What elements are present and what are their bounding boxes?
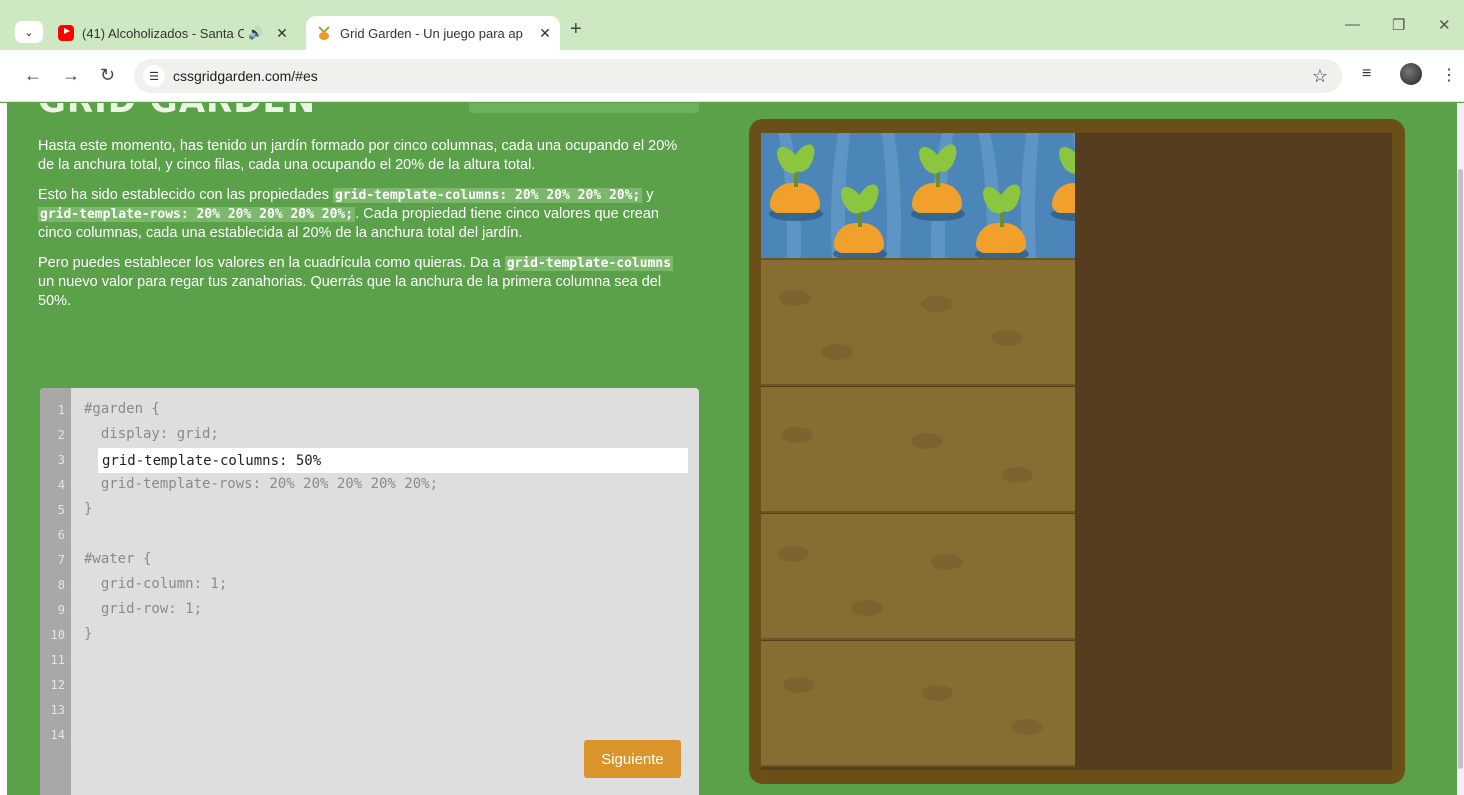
instructions: Hasta este momento, has tenido un jardín… [38,137,688,322]
tab-title: Grid Garden - Un juego para ap [340,25,523,41]
page-edge [0,103,7,795]
code-line: } [84,626,93,642]
chevron-down-icon: ⌄ [24,26,34,39]
water-area [761,133,1075,260]
css-answer-input[interactable] [98,448,688,473]
carrot [833,180,887,258]
soil-plot [761,514,1075,640]
next-button[interactable]: Siguiente [584,740,681,778]
code-line: grid-column: 1; [84,576,228,592]
tab-search-button[interactable]: ⌄ [15,21,43,43]
carrot-icon [316,25,332,41]
line-number: 11 [50,653,65,667]
tab-strip: ⌄ (41) Alcoholizados - Santa C 🔊 ✕ Grid … [0,0,1464,50]
line-gutter: 1 2 3 4 5 6 7 8 9 10 11 12 13 14 [40,388,71,795]
level-selector[interactable] [469,103,699,113]
bookmark-star-icon[interactable]: ☆ [1312,66,1328,87]
code-snippet: grid-template-rows: 20% 20% 20% 20% 20%; [38,207,356,222]
reload-icon[interactable]: ↻ [100,65,115,86]
close-icon[interactable]: ✕ [273,25,291,42]
carrot [769,140,823,221]
soil-plot [761,641,1075,767]
youtube-icon [58,25,74,41]
code-line: display: grid; [84,426,219,442]
line-number: 5 [57,503,65,517]
line-number: 12 [50,678,65,692]
carrot [975,180,1029,258]
line-number: 1 [57,403,65,417]
line-number: 13 [50,703,65,717]
instruction-text: Hasta este momento, has tenido un jardín… [38,138,678,173]
code-editor: 1 2 3 4 5 6 7 8 9 10 11 12 13 14 #garden… [40,388,699,795]
garden-frame [749,119,1405,784]
tab-grid-garden[interactable]: Grid Garden - Un juego para ap ✕ [306,16,560,50]
site-logo: GRID GARDEN [38,103,316,121]
forward-icon[interactable]: → [62,65,80,86]
line-number: 7 [57,553,65,567]
code-snippet: grid-template-columns: 20% 20% 20% 20%; [333,188,643,203]
soil-plot [761,387,1075,513]
code-line: #water { [84,551,152,567]
tab-title: (41) Alcoholizados - Santa C [82,25,245,41]
instruction-text: Esto ha sido establecido con las propied… [38,187,334,203]
url-text[interactable]: cssgridgarden.com/#es [173,68,318,84]
profile-avatar[interactable] [1400,63,1422,85]
restore-icon[interactable]: ❐ [1392,16,1405,34]
line-number: 10 [50,628,65,642]
close-window-icon[interactable]: ✕ [1438,16,1451,34]
page-content: GRID GARDEN Hasta este momento, has teni… [0,103,1464,795]
code-line: #garden { [84,401,160,417]
line-number: 6 [57,528,65,542]
line-number: 9 [57,603,65,617]
soil-plot [761,260,1075,386]
instruction-paragraph: Pero puedes establecer los valores en la… [38,254,688,311]
menu-dots-icon[interactable]: ⋮ [1441,65,1457,85]
code-snippet: grid-template-columns [504,256,674,271]
address-bar[interactable]: ☰ cssgridgarden.com/#es ☆ [134,59,1342,93]
close-icon[interactable]: ✕ [536,25,554,42]
scrollbar-thumb[interactable] [1458,169,1463,769]
instruction-paragraph: Hasta este momento, has tenido un jardín… [38,137,688,175]
carrot [1051,140,1075,221]
code-line: grid-row: 1; [84,601,203,617]
new-tab-button[interactable]: + [570,18,582,41]
speaker-icon[interactable]: 🔊 [248,26,263,40]
media-queue-icon[interactable]: ≡ [1362,65,1371,83]
back-icon[interactable]: ← [24,65,42,86]
line-number: 3 [57,453,65,467]
instruction-text: y [642,187,654,203]
instruction-text: un nuevo valor para regar tus zanahorias… [38,274,662,309]
instruction-paragraph: Esto ha sido establecido con las propied… [38,186,688,243]
line-number: 8 [57,578,65,592]
page-scrollbar[interactable] [1457,103,1464,795]
toolbar: ← → ↻ ☰ cssgridgarden.com/#es ☆ ≡ ⋮ [0,50,1464,102]
code-line: } [84,501,93,517]
line-number: 4 [57,478,65,492]
code-line: grid-template-rows: 20% 20% 20% 20% 20%; [84,476,439,492]
tab-youtube[interactable]: (41) Alcoholizados - Santa C 🔊 ✕ [52,16,297,50]
minimize-icon[interactable]: — [1345,16,1360,33]
carrot [911,140,965,221]
site-info-icon[interactable]: ☰ [143,65,165,87]
instruction-text: Pero puedes establecer los valores en la… [38,255,505,271]
garden [761,133,1392,770]
line-number: 2 [57,428,65,442]
line-number: 14 [50,728,65,742]
